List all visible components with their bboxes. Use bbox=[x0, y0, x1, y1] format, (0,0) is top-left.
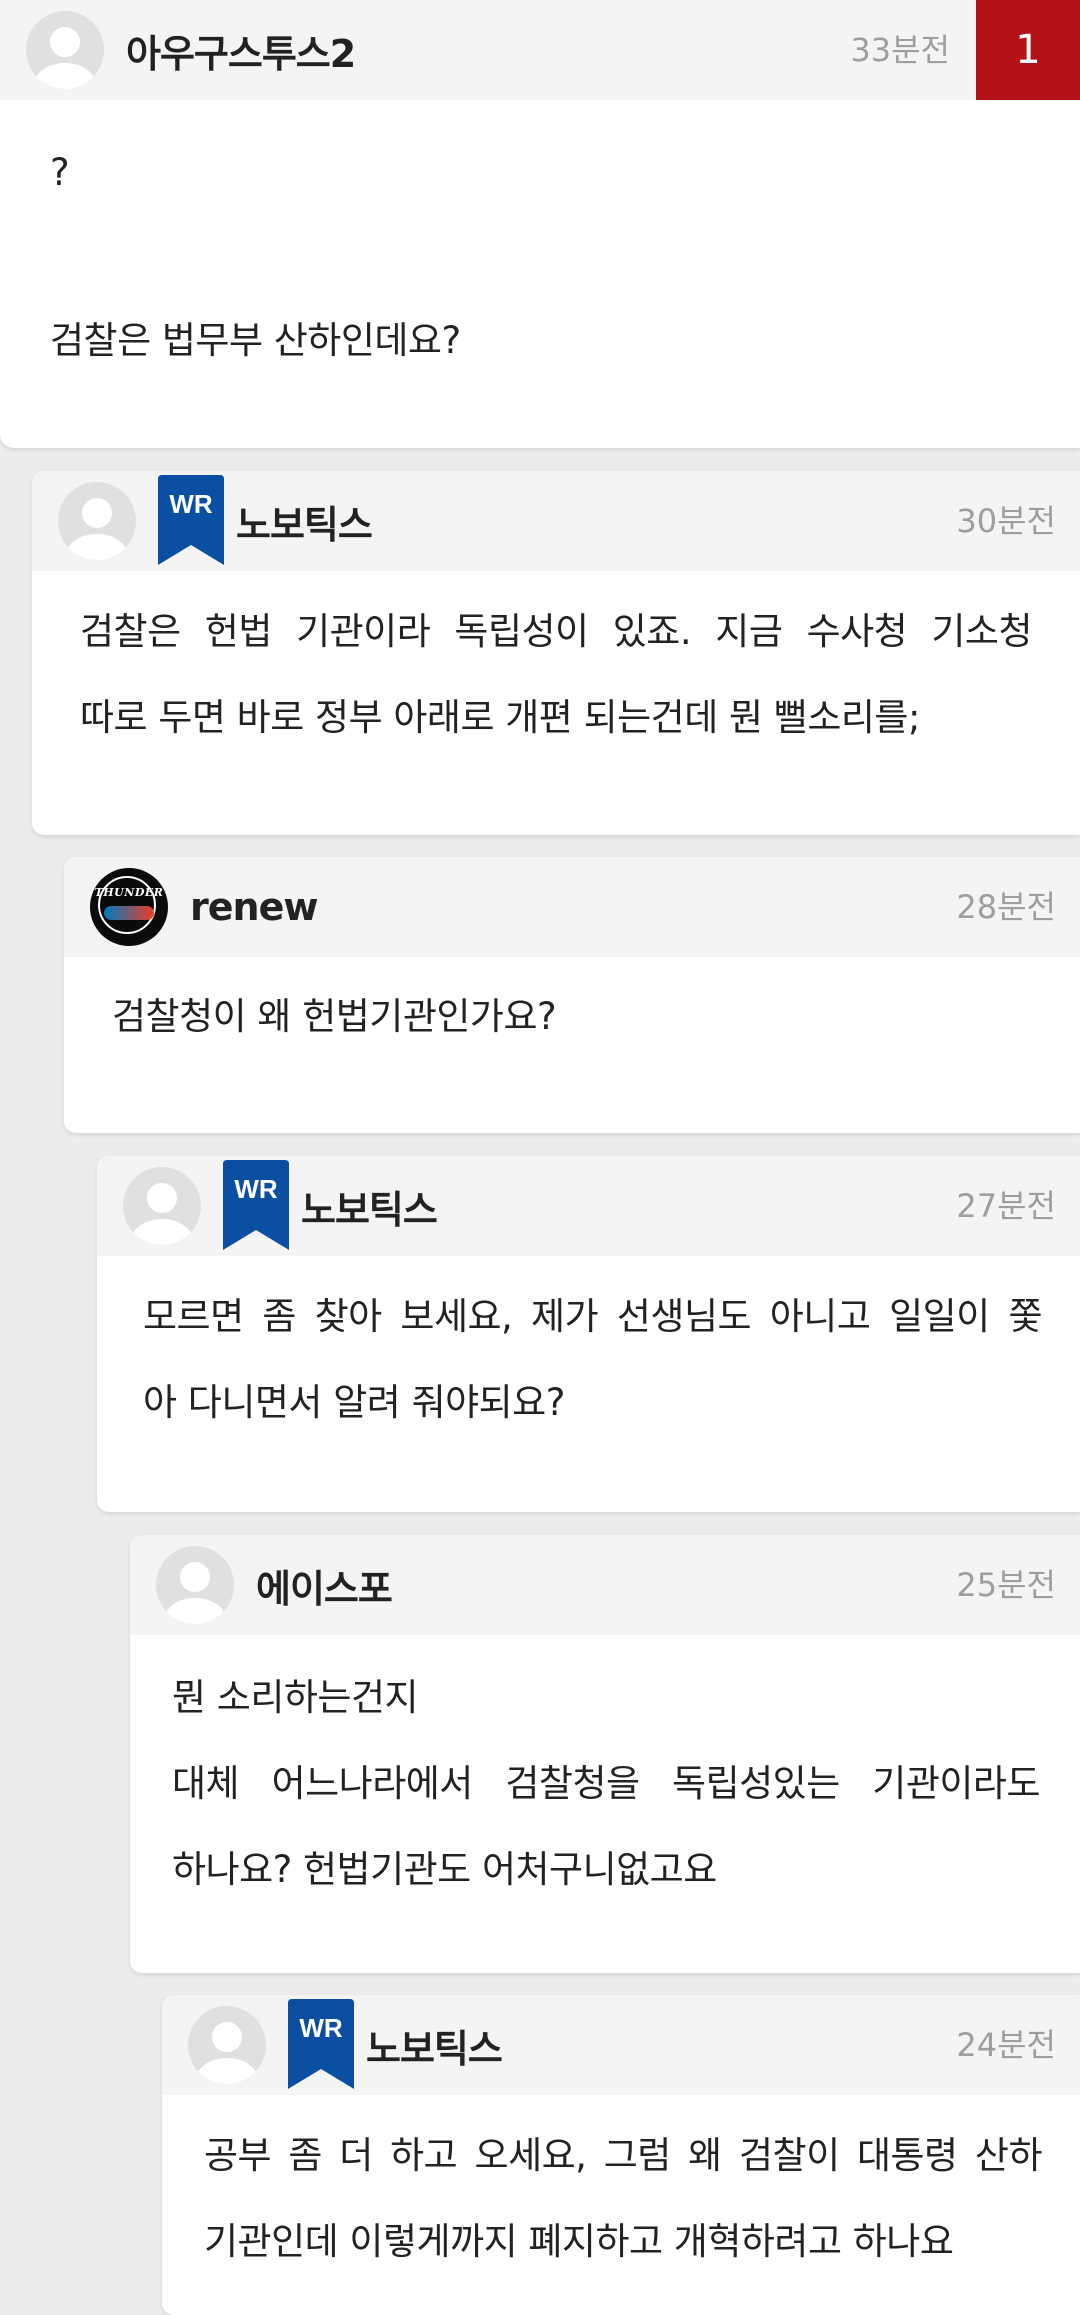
reply-card: THUNDER renew 28분전 검찰청이 왜 헌법기관인가요? bbox=[64, 857, 1080, 1133]
comment-text: 공부 좀 더 하고 오세요, 그럼 왜 검찰이 대통령 산하 기관인데 이렇게까… bbox=[162, 2113, 1080, 2285]
reply-card: WR 노보틱스 27분전 모르면 좀 찾아 보세요, 제가 선생님도 아니고 일… bbox=[97, 1156, 1080, 1512]
writer-badge-icon: WR bbox=[223, 1160, 289, 1250]
comment-text: 모르면 좀 찾아 보세요, 제가 선생님도 아니고 일일이 쫓 아 다니면서 알… bbox=[97, 1274, 1080, 1446]
comment-time: 30분전 bbox=[956, 502, 1056, 540]
team-logo-text: THUNDER bbox=[94, 886, 164, 899]
comment-line: 하나요? 헌법기관도 어처구니없고요 bbox=[172, 1848, 717, 1891]
comment-line: 아 다니면서 알려 줘야되요? bbox=[143, 1381, 565, 1424]
comment-time: 27분전 bbox=[956, 1187, 1056, 1225]
writer-badge-icon: WR bbox=[288, 1999, 354, 2089]
comment-line: 뭔 소리하는건지 bbox=[172, 1676, 419, 1719]
comment-line: 검찰은 법무부 산하인데요? bbox=[50, 319, 461, 362]
team-logo-avatar-icon[interactable]: THUNDER bbox=[90, 868, 168, 946]
comment-line: 검찰은 헌법 기관이라 독립성이 있죠. 지금 수사청 기소청 bbox=[80, 610, 1033, 653]
comment-line: 검찰청이 왜 헌법기관인가요? bbox=[112, 995, 557, 1038]
comment-line: 따로 두면 바로 정부 아래로 개편 되는건데 뭔 뻘소리를; bbox=[80, 696, 920, 739]
comment-time: 24분전 bbox=[956, 2026, 1056, 2064]
comment-time: 33분전 bbox=[850, 31, 950, 69]
user-nickname[interactable]: 노보틱스 bbox=[301, 1179, 438, 1234]
reply-card: 에이스포 25분전 뭔 소리하는건지 대체 어느나라에서 검찰청을 독립성있는 … bbox=[130, 1535, 1080, 1973]
writer-badge-label: WR bbox=[299, 2013, 343, 2043]
comment-text: 검찰청이 왜 헌법기관인가요? bbox=[64, 974, 1080, 1060]
comment-text: ? 검찰은 법무부 산하인데요? bbox=[0, 130, 1080, 384]
user-nickname[interactable]: 에이스포 bbox=[256, 1558, 393, 1613]
comment-header: 에이스포 25분전 bbox=[130, 1535, 1080, 1635]
writer-badge-label: WR bbox=[169, 489, 213, 519]
comment-line: 공부 좀 더 하고 오세요, 그럼 왜 검찰이 대통령 산하 bbox=[204, 2134, 1043, 2177]
comment-line: 기관인데 이렇게까지 폐지하고 개혁하려고 하나요 bbox=[204, 2220, 954, 2263]
user-avatar-icon[interactable] bbox=[58, 482, 136, 560]
user-avatar-icon[interactable] bbox=[123, 1167, 201, 1245]
comment-header: WR 노보틱스 27분전 bbox=[97, 1156, 1080, 1256]
comment-header: WR 노보틱스 24분전 bbox=[162, 1995, 1080, 2095]
comment-text: 뭔 소리하는건지 대체 어느나라에서 검찰청을 독립성있는 기관이라도 하나요?… bbox=[130, 1655, 1080, 1913]
comment-header: THUNDER renew 28분전 bbox=[64, 857, 1080, 957]
reply-card: WR 노보틱스 30분전 검찰은 헌법 기관이라 독립성이 있죠. 지금 수사청… bbox=[32, 471, 1080, 835]
writer-badge-label: WR bbox=[234, 1174, 278, 1204]
comment-time: 25분전 bbox=[956, 1566, 1056, 1604]
comment-card: 아우구스투스2 33분전 1 ? 검찰은 법무부 산하인데요? bbox=[0, 0, 1080, 448]
reply-card: WR 노보틱스 24분전 공부 좀 더 하고 오세요, 그럼 왜 검찰이 대통령… bbox=[162, 1995, 1080, 2315]
user-nickname[interactable]: 노보틱스 bbox=[366, 2018, 503, 2073]
comment-line: ? bbox=[50, 151, 70, 194]
user-nickname[interactable]: 노보틱스 bbox=[236, 494, 373, 549]
writer-badge-icon: WR bbox=[158, 475, 224, 565]
user-avatar-icon[interactable] bbox=[156, 1546, 234, 1624]
comment-text: 검찰은 헌법 기관이라 독립성이 있죠. 지금 수사청 기소청 따로 두면 바로… bbox=[32, 589, 1080, 761]
comment-line: 모르면 좀 찾아 보세요, 제가 선생님도 아니고 일일이 쫓 bbox=[143, 1295, 1043, 1338]
comment-header: WR 노보틱스 30분전 bbox=[32, 471, 1080, 571]
comment-count-badge: 1 bbox=[976, 0, 1080, 100]
comment-header: 아우구스투스2 33분전 1 bbox=[0, 0, 1080, 100]
user-nickname[interactable]: renew bbox=[190, 885, 318, 929]
comment-time: 28분전 bbox=[956, 888, 1056, 926]
user-nickname[interactable]: 아우구스투스2 bbox=[126, 23, 356, 78]
user-avatar-icon[interactable] bbox=[188, 2006, 266, 2084]
user-avatar-icon[interactable] bbox=[26, 11, 104, 89]
comment-line: 대체 어느나라에서 검찰청을 독립성있는 기관이라도 bbox=[172, 1762, 1041, 1805]
